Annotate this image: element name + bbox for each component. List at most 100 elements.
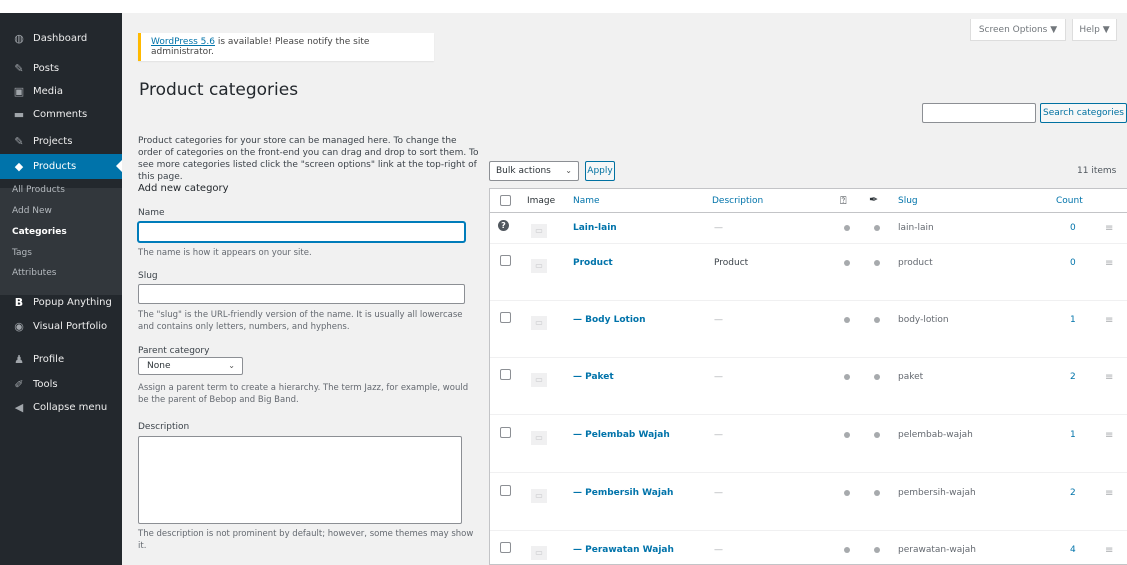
drag-handle-icon[interactable]: ≡ bbox=[1105, 315, 1113, 326]
table-row[interactable]: ▭ — Pelembab Wajah — pelembab-wajah 1 ≡ bbox=[490, 416, 1127, 473]
name-field[interactable] bbox=[138, 222, 465, 242]
collapse-icon: ◀ bbox=[14, 400, 24, 414]
submenu-add-new[interactable]: Add New bbox=[12, 206, 52, 216]
category-description: Product bbox=[714, 258, 749, 268]
description-field[interactable] bbox=[138, 436, 462, 524]
placeholder-image-icon: ▭ bbox=[531, 316, 547, 330]
intro-text: Product categories for your store can be… bbox=[138, 136, 479, 182]
category-count-link[interactable]: 0 bbox=[1070, 223, 1076, 233]
row-checkbox[interactable] bbox=[500, 485, 511, 496]
parent-category-select[interactable]: None ⌄ bbox=[138, 357, 243, 375]
menu-comments[interactable]: ▬ Comments bbox=[0, 103, 122, 125]
drag-handle-icon[interactable]: ≡ bbox=[1105, 258, 1113, 269]
search-input[interactable] bbox=[922, 103, 1036, 123]
menu-label: Projects bbox=[33, 135, 73, 147]
category-count-link[interactable]: 2 bbox=[1070, 488, 1076, 498]
featured-dot bbox=[844, 260, 850, 266]
table-row[interactable]: ▭ — Pembersih Wajah — pembersih-wajah 2 ≡ bbox=[490, 474, 1127, 531]
user-icon: ♟ bbox=[14, 352, 24, 366]
menu-label: Comments bbox=[33, 108, 88, 120]
column-count[interactable]: Count bbox=[1056, 196, 1083, 206]
row-checkbox[interactable] bbox=[500, 427, 511, 438]
menu-label: Products bbox=[33, 161, 77, 172]
collapse-menu-button[interactable]: ◀ Collapse menu bbox=[0, 396, 122, 418]
top-bar bbox=[0, 0, 1127, 13]
products-icon: ◆ bbox=[14, 160, 24, 173]
parent-label: Parent category bbox=[138, 346, 210, 356]
dashboard-icon: ◍ bbox=[14, 31, 24, 45]
column-description[interactable]: Description bbox=[712, 196, 763, 206]
row-checkbox[interactable] bbox=[500, 312, 511, 323]
category-name-link[interactable]: Product bbox=[573, 258, 613, 268]
apply-button[interactable]: Apply bbox=[585, 161, 615, 181]
category-slug: body-lotion bbox=[898, 315, 949, 325]
row-checkbox[interactable] bbox=[500, 369, 511, 380]
menu-visual-portfolio[interactable]: ◉ Visual Portfolio bbox=[0, 315, 122, 337]
pin-icon: ✎ bbox=[14, 134, 24, 148]
update-link[interactable]: WordPress 5.6 bbox=[151, 37, 215, 47]
category-count-link[interactable]: 1 bbox=[1070, 315, 1076, 325]
menu-products[interactable]: ◆ Products bbox=[0, 154, 122, 179]
menu-posts[interactable]: ✎ Posts bbox=[0, 57, 122, 79]
submenu-all-products[interactable]: All Products bbox=[12, 185, 65, 195]
display-dot bbox=[874, 374, 880, 380]
screen-options-button[interactable]: Screen Options ▼ bbox=[970, 19, 1066, 41]
category-count-link[interactable]: 1 bbox=[1070, 430, 1076, 440]
table-row[interactable]: ▭ — Body Lotion — body-lotion 1 ≡ bbox=[490, 301, 1127, 358]
featured-icon: ⍰ bbox=[840, 194, 847, 207]
submenu-attributes[interactable]: Attributes bbox=[12, 268, 56, 278]
column-name[interactable]: Name bbox=[573, 196, 600, 206]
featured-dot bbox=[844, 317, 850, 323]
drag-handle-icon[interactable]: ≡ bbox=[1105, 545, 1113, 556]
category-count-link[interactable]: 2 bbox=[1070, 372, 1076, 382]
menu-profile[interactable]: ♟ Profile bbox=[0, 348, 122, 370]
name-hint: The name is how it appears on your site. bbox=[138, 248, 312, 258]
search-categories-button[interactable]: Search categories bbox=[1040, 103, 1127, 123]
featured-dot bbox=[844, 547, 850, 553]
category-description: — bbox=[714, 372, 723, 382]
slug-field[interactable] bbox=[138, 284, 465, 304]
row-checkbox[interactable] bbox=[500, 255, 511, 266]
category-slug: paket bbox=[898, 372, 924, 382]
products-submenu bbox=[0, 188, 122, 295]
display-dot bbox=[874, 225, 880, 231]
table-row[interactable]: ▭ — Paket — paket 2 ≡ bbox=[490, 358, 1127, 415]
submenu-tags[interactable]: Tags bbox=[12, 248, 32, 258]
slug-hint: The "slug" is the URL-friendly version o… bbox=[138, 310, 463, 332]
category-description: — bbox=[714, 430, 723, 440]
row-checkbox[interactable] bbox=[500, 542, 511, 553]
submenu-categories[interactable]: Categories bbox=[12, 227, 67, 237]
table-row[interactable]: ▭ — Perawatan Wajah — perawatan-wajah 4 ≡ bbox=[490, 531, 1127, 564]
category-name-link[interactable]: — Paket bbox=[573, 372, 614, 382]
menu-popup-anything[interactable]: B Popup Anything bbox=[0, 291, 122, 313]
menu-dashboard[interactable]: ◍ Dashboard bbox=[0, 27, 122, 49]
select-all-checkbox[interactable] bbox=[500, 195, 511, 206]
display-dot bbox=[874, 317, 880, 323]
category-name-link[interactable]: — Body Lotion bbox=[573, 315, 646, 325]
category-name-link[interactable]: Lain-lain bbox=[573, 223, 617, 233]
drag-handle-icon[interactable]: ≡ bbox=[1105, 488, 1113, 499]
menu-projects[interactable]: ✎ Projects bbox=[0, 130, 122, 152]
menu-tools[interactable]: ✐ Tools bbox=[0, 373, 122, 395]
category-slug: lain-lain bbox=[898, 223, 934, 233]
drag-handle-icon[interactable]: ≡ bbox=[1105, 372, 1113, 383]
info-icon: ? bbox=[498, 220, 509, 231]
column-slug[interactable]: Slug bbox=[898, 196, 918, 206]
table-row[interactable]: ? ▭ Lain-lain — lain-lain 0 ≡ bbox=[490, 213, 1127, 244]
featured-dot bbox=[844, 432, 850, 438]
description-label: Description bbox=[138, 422, 190, 432]
category-name-link[interactable]: — Perawatan Wajah bbox=[573, 545, 674, 555]
table-row[interactable]: ▭ Product Product product 0 ≡ bbox=[490, 244, 1127, 301]
menu-media[interactable]: ▣ Media bbox=[0, 80, 122, 102]
drag-handle-icon[interactable]: ≡ bbox=[1105, 430, 1113, 441]
category-count-link[interactable]: 4 bbox=[1070, 545, 1076, 555]
category-name-link[interactable]: — Pembersih Wajah bbox=[573, 488, 673, 498]
bulk-actions-select[interactable]: Bulk actions ⌄ bbox=[489, 161, 579, 181]
category-count-link[interactable]: 0 bbox=[1070, 258, 1076, 268]
category-name-link[interactable]: — Pelembab Wajah bbox=[573, 430, 670, 440]
page-title: Product categories bbox=[139, 80, 299, 100]
featured-dot bbox=[844, 374, 850, 380]
menu-label: Dashboard bbox=[33, 32, 88, 44]
help-button[interactable]: Help ▼ bbox=[1072, 19, 1117, 41]
drag-handle-icon[interactable]: ≡ bbox=[1105, 223, 1113, 234]
